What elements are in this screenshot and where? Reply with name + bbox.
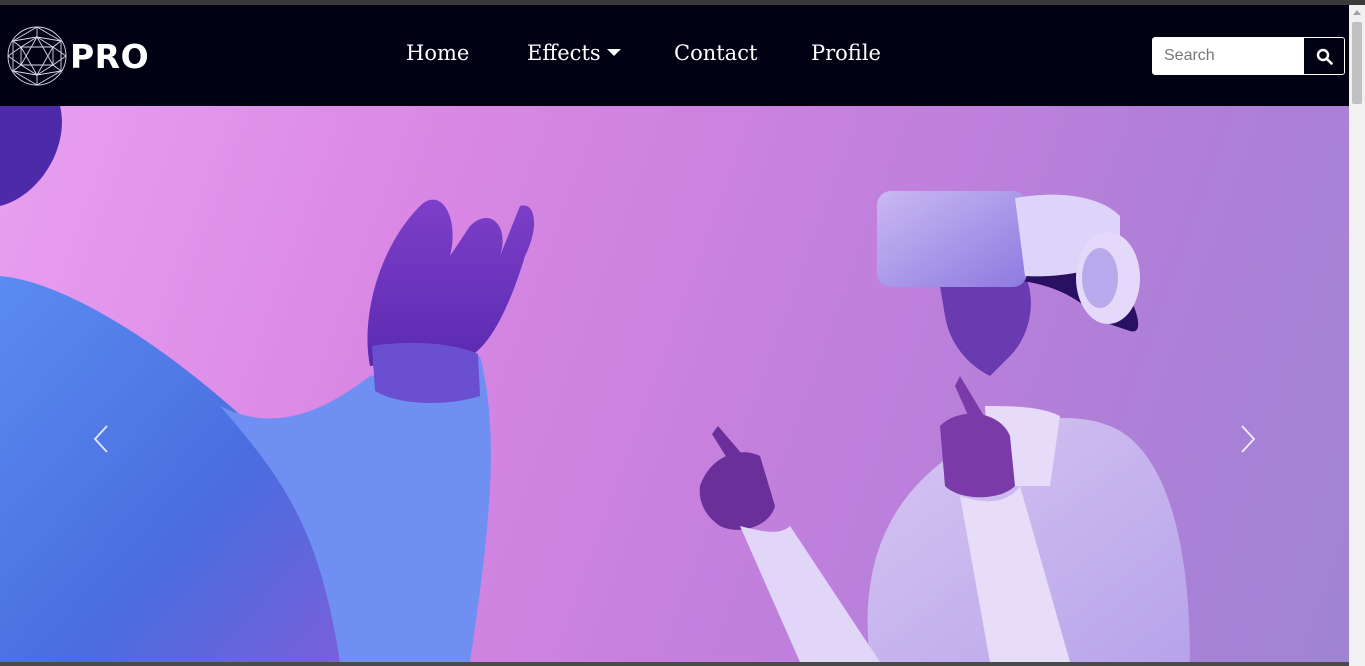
search-icon [1316,48,1333,65]
search-form [1152,37,1345,75]
nav-profile[interactable]: Profile [811,41,881,65]
taskbar-strip [0,662,1349,666]
carousel-next-button[interactable] [1228,419,1268,459]
nav-home[interactable]: Home [406,41,469,65]
geodesic-sphere-icon [7,26,67,86]
page-scrollbar[interactable] [1349,5,1365,666]
navbar: PRO Home Effects Contact Profile [0,5,1349,106]
hero-carousel [0,106,1349,662]
caret-down-icon [606,49,621,56]
brand-name: PRO [70,36,150,76]
brand-logo[interactable]: PRO [6,25,149,87]
nav-effects-label: Effects [527,41,601,65]
nav-contact[interactable]: Contact [674,41,757,65]
search-input[interactable] [1153,38,1304,74]
nav-effects-dropdown[interactable]: Effects [527,41,621,65]
carousel-prev-button[interactable] [81,419,121,459]
scrollbar-thumb[interactable] [1352,22,1362,104]
search-button[interactable] [1304,38,1344,74]
chevron-left-icon [93,425,108,453]
scroll-up-arrow-icon[interactable] [1353,10,1361,15]
chevron-right-icon [1241,425,1256,453]
carousel-slide-image [0,106,1190,662]
